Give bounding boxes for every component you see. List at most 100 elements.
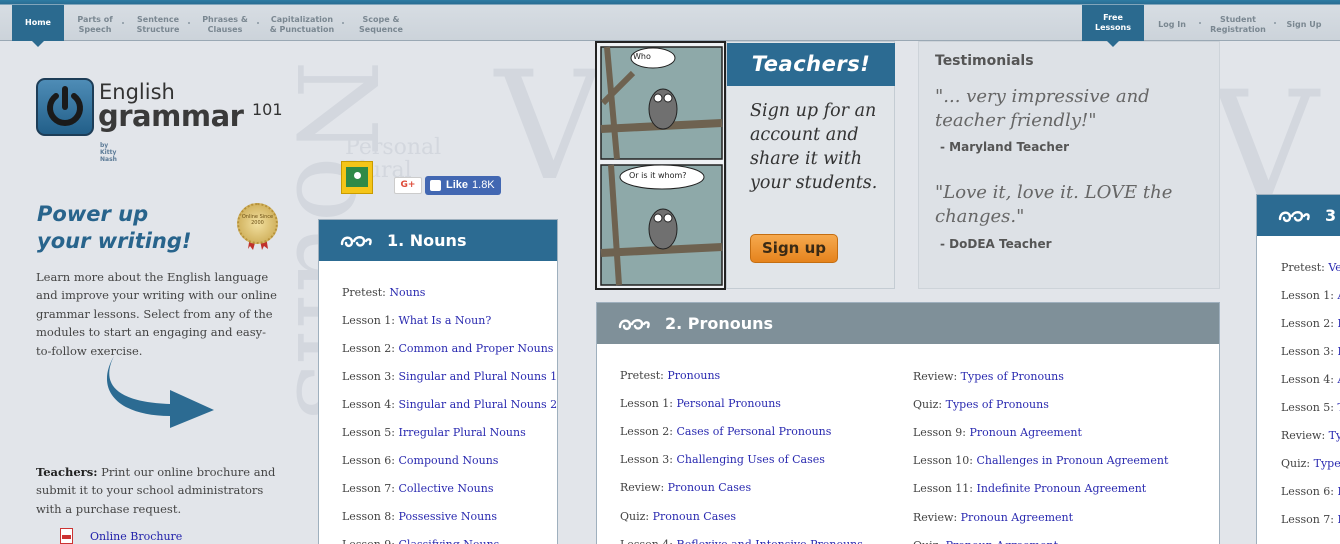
lesson-prefix: Pretest: [1281, 261, 1325, 274]
swirl-icon [1278, 210, 1310, 222]
nav-student-registration[interactable]: Student Registration [1206, 9, 1270, 41]
lesson-prefix: Review: [620, 481, 665, 495]
nav-phrases-clauses[interactable]: Phrases & Clauses [197, 9, 253, 41]
lesson-prefix: Lesson 11: [913, 482, 974, 496]
curved-arrow-icon [106, 356, 214, 428]
lesson-link[interactable]: Pronoun Agreement [946, 539, 1058, 544]
lesson-link[interactable]: Types of Pronouns [961, 370, 1064, 383]
testimonial-author: - DoDEA Teacher [940, 237, 1052, 251]
lesson-item: Lesson 4: Reflexive and Intensive Pronou… [620, 538, 863, 544]
online-since-seal: Online Since 2000 [237, 203, 278, 244]
lesson-item: Lesson 4: Singular and Plural Nouns 2 [342, 398, 557, 411]
testimonial-quote: "... very impressive and teacher friendl… [935, 86, 1150, 131]
nav-log-in[interactable]: Log In [1150, 9, 1194, 41]
lesson-item: Lesson 9: Pronoun Agreement [913, 426, 1082, 439]
comic-bubble-who: Who [633, 52, 651, 61]
testimonial-author: - Maryland Teacher [940, 140, 1069, 154]
lesson-prefix: Lesson 4: [1281, 373, 1335, 386]
google-plus-button[interactable]: G+ [394, 177, 422, 194]
lesson-item: Lesson 4: Active Voice [1281, 373, 1340, 386]
nav-sentence-structure[interactable]: Sentence Structure [132, 9, 184, 41]
teachers-note: Teachers: Print our online brochure and … [36, 465, 276, 516]
lesson-link[interactable]: Pronoun Cases [668, 481, 751, 494]
lesson-prefix: Lesson 2: [342, 342, 396, 355]
lesson-prefix: Lesson 6: [342, 454, 396, 467]
nav-capitalization-punctuation[interactable]: Capitalization & Punctuation [268, 9, 336, 41]
nav-sign-up[interactable]: Sign Up [1282, 9, 1326, 41]
lesson-link[interactable]: Pronoun Cases [653, 510, 736, 523]
lesson-link[interactable]: Verbs [1328, 261, 1340, 274]
teachers-signup-panel: Teachers! Sign up for an account and sha… [726, 41, 895, 289]
lesson-item: Review: Pronoun Cases [620, 481, 751, 494]
lesson-prefix: Lesson 3: [620, 453, 674, 467]
lesson-prefix: Lesson 1: [1281, 289, 1335, 302]
nav-separator [122, 22, 124, 24]
lesson-link[interactable]: What Is a Noun? [399, 314, 492, 327]
lesson-prefix: Review: [913, 510, 958, 524]
verbs-card-header[interactable]: 3 [1257, 195, 1340, 236]
lesson-link[interactable]: Challenges in Pronoun Agreement [977, 454, 1169, 467]
lesson-link[interactable]: Classifying Nouns [399, 538, 500, 544]
nav-scope-sequence[interactable]: Scope & Sequence [354, 9, 408, 41]
bg-word: Personal [345, 135, 442, 160]
lesson-link[interactable]: Cases of Personal Pronouns [677, 425, 832, 438]
lesson-item: Quiz: Types of Pronouns [913, 398, 1049, 411]
verbs-card: 3 Pretest: VerbsLesson 1: Action VerbsLe… [1256, 194, 1340, 544]
lesson-prefix: Lesson 5: [1281, 401, 1335, 414]
lesson-prefix: Lesson 7: [1281, 513, 1335, 526]
lesson-prefix: Lesson 3: [1281, 345, 1335, 358]
nav-parts-of-speech[interactable]: Parts of Speech [72, 9, 118, 41]
lesson-item: Lesson 1: What Is a Noun? [342, 314, 491, 327]
lesson-prefix: Lesson 4: [620, 538, 673, 544]
lesson-item: Lesson 8: Possessive Nouns [342, 510, 497, 523]
nav-home[interactable]: Home [12, 5, 64, 47]
lesson-link[interactable]: Singular and Plural Nouns 2 [399, 398, 557, 411]
lesson-link[interactable]: Indefinite Pronoun Agreement [977, 482, 1147, 495]
lesson-link[interactable]: Reflexive and Intensive Pronouns [677, 538, 863, 544]
lesson-prefix: Pretest: [342, 286, 386, 299]
nouns-card-header[interactable]: 1. Nouns [319, 220, 557, 261]
google-classroom-icon[interactable] [341, 161, 373, 194]
lesson-link[interactable]: Collective Nouns [399, 482, 494, 495]
lesson-link[interactable]: Nouns [389, 286, 425, 299]
pronouns-card: 2. Pronouns Pretest: Pronouns Lesson 1: P… [596, 302, 1220, 544]
online-brochure-link[interactable]: Online Brochure [60, 528, 182, 544]
lesson-prefix: Lesson 1: [620, 397, 674, 411]
lesson-link[interactable]: Singular and Plural Nouns 1 [399, 370, 557, 383]
lesson-item: Lesson 1: Personal Pronouns [620, 397, 781, 410]
lesson-link[interactable]: Common and Proper Nouns [399, 342, 554, 355]
lesson-link[interactable]: Challenging Uses of Cases [677, 453, 825, 466]
lesson-link[interactable]: Types of Verbs [1314, 457, 1340, 470]
lesson-link[interactable]: Personal Pronouns [677, 397, 781, 410]
logo-byline: by Kitty Nash [100, 142, 117, 163]
lesson-prefix: Lesson 2: [620, 425, 674, 439]
lesson-link[interactable]: Compound Nouns [399, 454, 499, 467]
pronouns-card-header[interactable]: 2. Pronouns [597, 303, 1219, 344]
nav-free-lessons[interactable]: Free Lessons [1082, 5, 1144, 47]
lesson-item: Lesson 3: Linking Verbs [1281, 345, 1340, 358]
lesson-link[interactable]: Irregular Plural Nouns [399, 426, 526, 439]
lesson-link[interactable]: Possessive Nouns [399, 510, 497, 523]
lesson-prefix: Review: [1281, 429, 1326, 442]
lesson-prefix: Lesson 10: [913, 454, 974, 468]
nav-separator [257, 22, 259, 24]
lesson-item: Lesson 5: Irregular Plural Nouns [342, 426, 526, 439]
lesson-prefix: Lesson 9: [913, 426, 967, 440]
lesson-prefix: Lesson 9: [342, 538, 395, 544]
sign-up-button[interactable]: Sign up [750, 234, 838, 263]
lesson-prefix: Lesson 6: [1281, 485, 1335, 498]
lesson-item: Lesson 7: Irregular Verbs [1281, 513, 1340, 526]
testimonial-quote: "Love it, love it. LOVE the changes." [935, 182, 1173, 227]
lesson-link[interactable]: Pronouns [667, 369, 720, 382]
facebook-like-button[interactable]: Like 1.8K [425, 176, 501, 195]
lesson-item: Pretest: Pronouns [620, 369, 720, 382]
lesson-item: Lesson 10: Challenges in Pronoun Agreeme… [913, 454, 1168, 467]
lesson-prefix: Lesson 3: [342, 370, 396, 383]
lesson-link[interactable]: Types of Verbs [1329, 429, 1340, 442]
lesson-prefix: Review: [913, 370, 958, 383]
nav-separator [1274, 22, 1276, 24]
comic-bubble-whom: Or is it whom? [629, 171, 687, 180]
lesson-link[interactable]: Types of Pronouns [946, 398, 1049, 411]
lesson-link[interactable]: Pronoun Agreement [970, 426, 1082, 439]
lesson-link[interactable]: Pronoun Agreement [961, 511, 1073, 524]
